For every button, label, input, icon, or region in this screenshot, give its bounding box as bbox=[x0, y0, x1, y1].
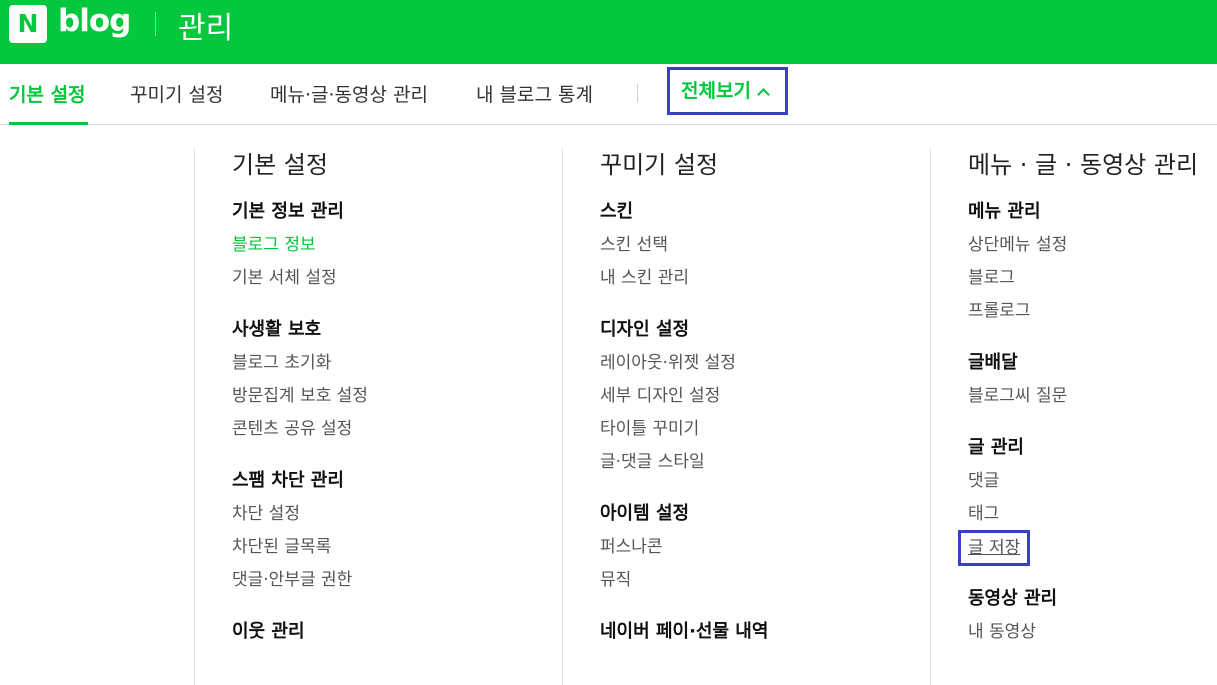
menu-link[interactable]: 프롤로그 bbox=[968, 300, 1198, 333]
menu-section: 글 관리 댓글 태그 글 저장 bbox=[957, 436, 1198, 569]
menu-link[interactable]: 태그 bbox=[968, 503, 1198, 536]
menu-section: 아이템 설정 퍼스나콘 뮤직 bbox=[600, 502, 768, 602]
menu-link[interactable]: 뮤직 bbox=[600, 569, 768, 602]
column-title: 메뉴 · 글 · 동영상 관리 bbox=[968, 151, 1199, 179]
section-heading: 스킨 bbox=[600, 201, 634, 222]
menu-link[interactable]: 콘텐츠 공유 설정 bbox=[232, 418, 368, 451]
menu-link[interactable]: 차단 설정 bbox=[232, 503, 368, 536]
active-tab-underline bbox=[9, 122, 88, 125]
column-divider bbox=[930, 148, 931, 685]
blog-logo[interactable]: blog bbox=[58, 3, 131, 39]
menu-link[interactable]: 블로그 bbox=[968, 267, 1198, 300]
menu-section: 디자인 설정 레이아웃·위젯 설정 세부 디자인 설정 타이틀 꾸미기 글·댓글… bbox=[600, 318, 768, 484]
menu-link[interactable]: 스킨 선택 bbox=[600, 234, 768, 267]
header-divider bbox=[155, 12, 156, 36]
section-heading: 글 관리 bbox=[968, 437, 1024, 458]
menu-section: 메뉴 관리 상단메뉴 설정 블로그 프롤로그 bbox=[968, 200, 1198, 333]
naver-logo[interactable]: N bbox=[9, 5, 47, 43]
section-heading: 이웃 관리 bbox=[232, 621, 305, 642]
menu-link[interactable]: 레이아웃·위젯 설정 bbox=[600, 352, 768, 385]
menu-section: 글배달 블로그씨 질문 bbox=[968, 351, 1198, 418]
menu-section: 스킨 스킨 선택 내 스킨 관리 bbox=[600, 200, 768, 300]
section-heading: 네이버 페이·선물 내역 bbox=[600, 621, 769, 642]
chevron-up-icon bbox=[757, 88, 770, 101]
menu-link[interactable]: 내 동영상 bbox=[968, 621, 1198, 654]
menu-link[interactable]: 타이틀 꾸미기 bbox=[600, 418, 768, 451]
menu-section: 네이버 페이·선물 내역 bbox=[600, 620, 768, 654]
section-heading: 사생활 보호 bbox=[232, 319, 322, 340]
menu-link[interactable]: 내 스킨 관리 bbox=[600, 267, 768, 300]
tab-nav: 기본 설정 꾸미기 설정 메뉴·글·동영상 관리 내 블로그 통계 전체보기 bbox=[0, 64, 1217, 125]
menu-link-blog-info[interactable]: 블로그 정보 bbox=[232, 234, 368, 267]
section-heading: 스팸 차단 관리 bbox=[232, 470, 344, 491]
menu-link[interactable]: 방문집계 보호 설정 bbox=[232, 385, 368, 418]
menu-section: 동영상 관리 내 동영상 bbox=[968, 587, 1198, 654]
section-heading: 글배달 bbox=[968, 352, 1018, 373]
menu-link[interactable]: 블로그 초기화 bbox=[232, 352, 368, 385]
menu-link[interactable]: 댓글 bbox=[968, 470, 1198, 503]
tab-divider bbox=[637, 84, 638, 102]
page-title: 관리 bbox=[178, 11, 234, 46]
menu-section: 사생활 보호 블로그 초기화 방문집계 보호 설정 콘텐츠 공유 설정 bbox=[232, 318, 368, 451]
menu-section: 이웃 관리 bbox=[232, 620, 368, 654]
tab-basic-settings[interactable]: 기본 설정 bbox=[9, 80, 86, 107]
column-title: 꾸미기 설정 bbox=[600, 151, 719, 179]
section-heading: 아이템 설정 bbox=[600, 503, 690, 524]
menu-link[interactable]: 글·댓글 스타일 bbox=[600, 451, 768, 484]
section-heading: 메뉴 관리 bbox=[968, 201, 1041, 222]
menu-link[interactable]: 상단메뉴 설정 bbox=[968, 234, 1198, 267]
menu-link[interactable]: 차단된 글목록 bbox=[232, 536, 368, 569]
menu-link[interactable]: 퍼스나콘 bbox=[600, 536, 768, 569]
section-heading: 동영상 관리 bbox=[968, 588, 1058, 609]
menu-link[interactable]: 세부 디자인 설정 bbox=[600, 385, 768, 418]
menu-column-decorate: 꾸미기 설정 스킨 스킨 선택 내 스킨 관리 디자인 설정 레이아웃·위젯 설… bbox=[600, 145, 768, 672]
menu-column-manage: 메뉴 · 글 · 동영상 관리 메뉴 관리 상단메뉴 설정 블로그 프롤로그 글… bbox=[957, 145, 1199, 672]
column-divider bbox=[194, 148, 195, 685]
column-divider bbox=[562, 148, 563, 685]
menu-link-post-save[interactable]: 글 저장 bbox=[957, 530, 1031, 566]
top-header: N blog 관리 bbox=[0, 0, 1217, 64]
menu-column-basic: 기본 설정 기본 정보 관리 블로그 정보 기본 서체 설정 사생활 보호 블로… bbox=[232, 145, 368, 672]
tab-menu-post-video[interactable]: 메뉴·글·동영상 관리 bbox=[270, 80, 428, 107]
column-title: 기본 설정 bbox=[232, 151, 328, 179]
tab-view-all[interactable]: 전체보기 bbox=[667, 67, 788, 115]
section-heading: 디자인 설정 bbox=[600, 319, 690, 340]
menu-link[interactable]: 블로그씨 질문 bbox=[968, 385, 1198, 418]
tab-view-all-label: 전체보기 bbox=[681, 80, 751, 102]
section-heading: 기본 정보 관리 bbox=[232, 201, 344, 222]
tab-decorate-settings[interactable]: 꾸미기 설정 bbox=[130, 80, 223, 107]
menu-link[interactable]: 댓글·안부글 권한 bbox=[232, 569, 368, 602]
menu-section: 기본 정보 관리 블로그 정보 기본 서체 설정 bbox=[232, 200, 368, 300]
menu-link[interactable]: 기본 서체 설정 bbox=[232, 267, 368, 300]
tab-blog-stats[interactable]: 내 블로그 통계 bbox=[476, 80, 593, 107]
menu-section: 스팸 차단 관리 차단 설정 차단된 글목록 댓글·안부글 권한 bbox=[232, 469, 368, 602]
